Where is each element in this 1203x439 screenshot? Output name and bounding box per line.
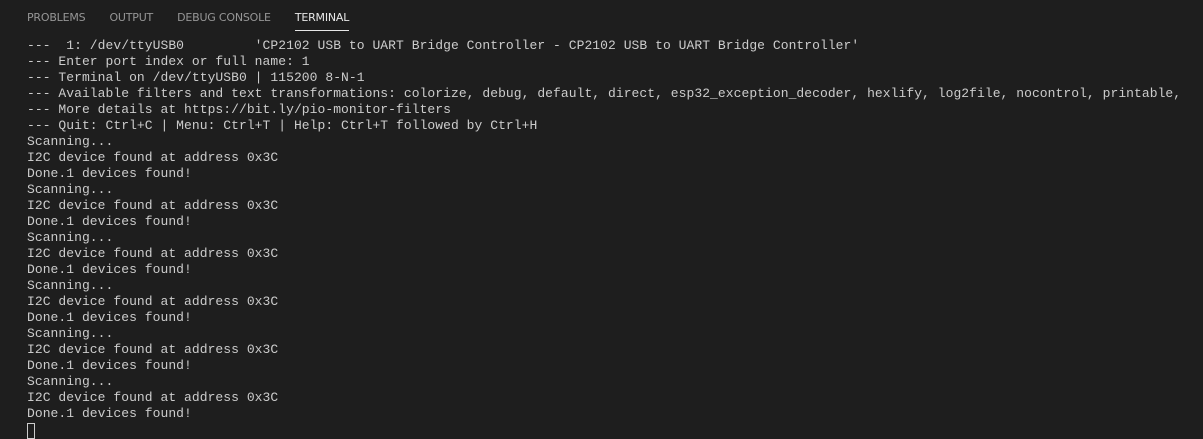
panel-tabs: PROBLEMS OUTPUT DEBUG CONSOLE TERMINAL (0, 0, 1203, 34)
terminal-line: Done.1 devices found! (27, 310, 192, 325)
terminal-line: Done.1 devices found! (27, 262, 192, 277)
terminal-line: I2C device found at address 0x3C (27, 246, 279, 261)
terminal-line: Scanning... (27, 326, 114, 341)
terminal-line: --- Enter port index or full name: 1 (27, 54, 310, 69)
terminal-line: I2C device found at address 0x3C (27, 294, 279, 309)
terminal-line: Done.1 devices found! (27, 358, 192, 373)
tab-debug-console[interactable]: DEBUG CONSOLE (177, 0, 271, 34)
terminal-line: I2C device found at address 0x3C (27, 390, 279, 405)
terminal-line: I2C device found at address 0x3C (27, 198, 279, 213)
terminal-line: Scanning... (27, 134, 114, 149)
terminal-line: --- More details at https://bit.ly/pio-m… (27, 102, 451, 117)
cursor-line (27, 422, 1203, 439)
terminal-line: --- 1: /dev/ttyUSB0 'CP2102 USB to UART … (27, 38, 860, 53)
terminal-line: Scanning... (27, 182, 114, 197)
terminal-line: Done.1 devices found! (27, 166, 192, 181)
terminal-line: --- Available filters and text transform… (27, 86, 1182, 101)
tab-problems[interactable]: PROBLEMS (27, 0, 86, 34)
terminal-line: Done.1 devices found! (27, 406, 192, 421)
terminal-output[interactable]: --- 1: /dev/ttyUSB0 'CP2102 USB to UART … (27, 38, 1203, 439)
tab-terminal[interactable]: TERMINAL (294, 0, 350, 34)
tab-output[interactable]: OUTPUT (109, 0, 153, 34)
terminal-line: Scanning... (27, 374, 114, 389)
terminal-line: --- Quit: Ctrl+C | Menu: Ctrl+T | Help: … (27, 118, 538, 133)
terminal-line: --- Terminal on /dev/ttyUSB0 | 115200 8-… (27, 70, 365, 85)
terminal-line: Scanning... (27, 278, 114, 293)
terminal-line: I2C device found at address 0x3C (27, 342, 279, 357)
terminal-line: I2C device found at address 0x3C (27, 150, 279, 165)
terminal-line: Scanning... (27, 230, 114, 245)
terminal-line: Done.1 devices found! (27, 214, 192, 229)
